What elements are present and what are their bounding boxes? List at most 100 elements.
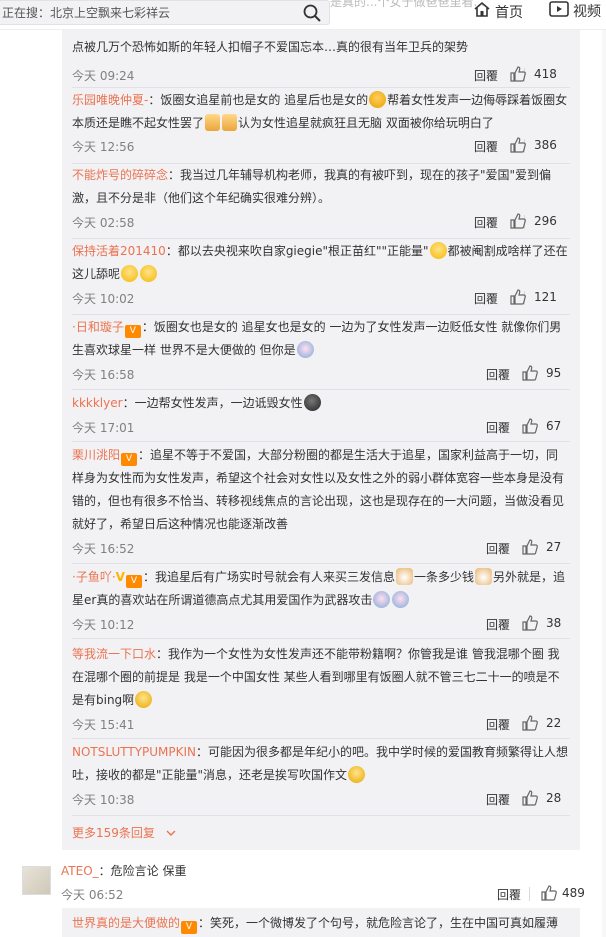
like-button[interactable]: 489: [541, 885, 591, 903]
more-replies-link[interactable]: 更多159条回复: [72, 824, 177, 841]
reply-button[interactable]: 回覆: [486, 419, 510, 436]
comment-text: ATEO_：危险言论 保重: [61, 864, 187, 878]
reply-divider: [72, 441, 570, 442]
reply-time: 今天 09:24: [72, 69, 135, 83]
reply-item: 不能炸号的碎碎念：我当过几年辅导机构老师，我真的有被吓到，现在的孩子"爱国"爱到…: [72, 164, 570, 230]
reply-button[interactable]: 回覆: [497, 886, 521, 903]
reply-divider: [72, 87, 570, 88]
nav-video-label: 视频: [573, 4, 601, 20]
reply-meta: 今天 16:58 回覆 95: [72, 365, 570, 383]
comment-meta: 今天 06:52 回覆 489: [61, 885, 585, 903]
reply-meta: 今天 10:02 回覆 121: [72, 289, 570, 307]
reply-button[interactable]: 回覆: [486, 716, 510, 733]
like-count: 418: [534, 67, 557, 81]
reply-divider: [72, 389, 570, 390]
thumbs-up-icon: [522, 418, 538, 434]
reply-username[interactable]: 世界真的是大便做的: [72, 916, 180, 930]
like-count: 121: [534, 290, 557, 304]
reply-button[interactable]: 回覆: [486, 366, 510, 383]
like-button[interactable]: 386: [510, 137, 570, 155]
home-icon: [473, 1, 491, 22]
thumbs-up-icon: [522, 790, 538, 806]
reply-item: 保持活着201410：都以去央视来吹自家giegie"根正苗红""正能量" 都被阉…: [72, 240, 570, 306]
reply-username[interactable]: 等我流一下口水: [72, 647, 156, 661]
like-button[interactable]: 22: [522, 715, 570, 733]
thumbs-up-icon: [522, 615, 538, 631]
reply-meta: 今天 09:24 回覆 418: [72, 66, 570, 84]
reply-meta: 今天 10:12 回覆 38: [72, 615, 570, 633]
reply-button[interactable]: 回覆: [474, 290, 498, 307]
top-bar: 是真的...个女于做爸爸里看... 正在搜：北京上空飘来七彩祥云 首页 视频: [0, 0, 606, 30]
reply-item: 乐园唯晚仲夏-：饭圈女追星前也是女的 追星后也是女的 帮着女性发声一边侮辱踩着饭圈…: [72, 89, 570, 154]
smile-emoji-icon: [121, 265, 139, 282]
reply-item: 栗川洮阳 V ：追星不等于不爱国，大部分粉圈的都是生活大于追星，国家利益高于一切，同…: [72, 444, 570, 556]
reply-username[interactable]: 栗川洮阳: [72, 448, 120, 462]
smile-emoji-icon: [429, 242, 447, 259]
like-button[interactable]: 28: [522, 790, 570, 808]
thumbs-up-icon: [510, 213, 526, 229]
thumbs-up-icon: [510, 137, 526, 153]
like-count: 386: [534, 138, 557, 152]
reply-button[interactable]: 回覆: [486, 791, 510, 808]
search-input[interactable]: 正在搜：北京上空飘来七彩祥云: [2, 4, 170, 21]
reply-divider: [72, 563, 570, 564]
reply-text: 点被几万个恐怖如斯的年轻人扣帽子不爱国忘本…真的很有当年卫兵的架势: [72, 40, 469, 54]
meta-divider: [529, 887, 530, 901]
like-button[interactable]: 95: [522, 365, 570, 383]
reply-meta: 今天 15:41 回覆 22: [72, 715, 570, 733]
cat-emoji-icon: [395, 568, 413, 585]
pig-emoji-icon: [392, 591, 410, 608]
comment-username[interactable]: ATEO_: [61, 864, 99, 878]
reply-button[interactable]: 回覆: [474, 138, 498, 155]
reply-text: 等我流一下口水：我作为一个女性为女性发声还不能带粉籍啊？你管我是谁 管我混哪个圈…: [72, 647, 560, 708]
reply-username[interactable]: NOTSLUTTYPUMPKIN: [72, 745, 196, 759]
avatar[interactable]: [22, 866, 51, 895]
search-icon[interactable]: [303, 4, 321, 25]
vip-badge-icon: V: [181, 921, 198, 934]
smile-emoji-icon: [140, 265, 158, 282]
reply-username[interactable]: 乐园唯晚仲夏-: [72, 93, 148, 107]
reply-meta: 今天 17:01 回覆 67: [72, 418, 570, 436]
like-button[interactable]: 38: [522, 615, 570, 633]
reply-username[interactable]: 保持活着201410: [72, 244, 166, 258]
like-button[interactable]: 121: [510, 289, 570, 307]
reply-username[interactable]: ·日和璇子: [72, 320, 124, 334]
reply-button[interactable]: 回覆: [486, 616, 510, 633]
scrollbar[interactable]: [602, 30, 606, 937]
reply-username[interactable]: kkkklyer: [72, 396, 123, 410]
reply-time: 今天 15:41: [72, 718, 135, 732]
search-box[interactable]: 正在搜：北京上空飘来七彩祥云: [0, 0, 330, 25]
scrolled-ghost-text: 是真的...个女于做爸爸里看...: [330, 0, 485, 9]
reply-time: 今天 10:02: [72, 292, 135, 306]
more-replies-label: 更多159条回复: [72, 826, 155, 840]
comment-time: 今天 06:52: [61, 888, 124, 902]
like-button[interactable]: 418: [510, 66, 570, 84]
reply-button[interactable]: 回覆: [486, 540, 510, 557]
reply-username[interactable]: 不能炸号的碎碎念: [72, 168, 168, 182]
reply-text: ·子鱼吖·V V ：我追星后有广场实时号就会有人来买三发信息 一条多少钱 另外就是，追星…: [72, 568, 565, 608]
reply-divider: [72, 738, 570, 739]
nav-video[interactable]: 视频: [549, 1, 601, 21]
crying-emoji-icon: [348, 766, 366, 783]
reply-button[interactable]: 回覆: [474, 214, 498, 231]
reply-button[interactable]: 回覆: [474, 67, 498, 84]
thumbs-up-icon: [522, 715, 538, 731]
reply-text: 栗川洮阳 V ：追星不等于不爱国，大部分粉圈的都是生活大于追星，国家利益高于一切，同…: [72, 448, 565, 531]
thumbs-up-icon: [522, 539, 538, 555]
like-button[interactable]: 296: [510, 213, 570, 231]
reply-text: NOTSLUTTYPUMPKIN：可能因为很多都是年纪小的吧。我中学时候的爱国教…: [72, 745, 569, 783]
reply-text: 不能炸号的碎碎念：我当过几年辅导机构老师，我真的有被吓到，现在的孩子"爱国"爱到…: [72, 168, 552, 205]
thumbs-up-icon: [541, 885, 557, 901]
like-count: 38: [546, 616, 562, 630]
like-count: 67: [546, 419, 562, 433]
cat-emoji-icon: [474, 568, 492, 585]
reply-time: 今天 16:52: [72, 542, 135, 556]
thumbs-up-icon: [522, 365, 538, 381]
replies-panel: 点被几万个恐怖如斯的年轻人扣帽子不爱国忘本…真的很有当年卫兵的架势 今天 09:…: [62, 30, 580, 850]
reply-username[interactable]: ·子鱼吖·: [72, 570, 116, 584]
like-button[interactable]: 27: [522, 539, 570, 557]
nav-home[interactable]: 首页: [473, 1, 523, 22]
reply-text: 乐园唯晚仲夏-：饭圈女追星前也是女的 追星后也是女的 帮着女性发声一边侮辱踩着饭圈…: [72, 91, 568, 131]
like-button[interactable]: 67: [522, 418, 570, 436]
clap-hands-emoji-icon: [205, 114, 221, 131]
